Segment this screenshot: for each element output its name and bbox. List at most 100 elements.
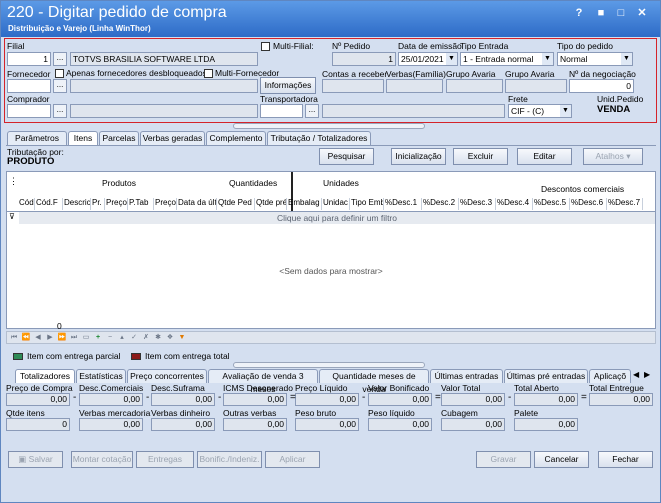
tab-aplicacoes[interactable]: Aplicaçõ [589,369,631,383]
first-record-icon[interactable]: ⏮ [9,333,19,343]
tab-preco-concorrentes[interactable]: Preço concorrentes [127,369,207,383]
column-header[interactable]: P.Tab [128,198,154,210]
tab-complemento[interactable]: Complemento [206,131,266,145]
tab-ultimas-entradas[interactable]: Últimas entradas [430,369,503,383]
total-value: 0,00 [589,393,653,406]
tab-itens[interactable]: Itens [68,131,98,145]
tab-parcelas[interactable]: Parcelas [99,131,139,145]
montar-cotacao-button[interactable]: Montar cotação [71,451,133,468]
tab-parametros[interactable]: Parâmetros [7,131,67,145]
tab-estatisticas[interactable]: Estatísticas [76,369,126,383]
aplicar-button[interactable]: Aplicar [265,451,320,468]
column-header[interactable]: Descric [63,198,91,210]
tab-verbas-geradas[interactable]: Verbas geradas [140,131,205,145]
add-icon[interactable]: + [93,333,103,343]
column-header[interactable]: Cód [18,198,35,210]
filial-input[interactable]: 1 [7,52,51,66]
remove-icon[interactable]: − [105,333,115,343]
data-emissao-picker[interactable]: 25/01/2021 ▼ [398,52,458,66]
column-header[interactable]: Tipo Emb [350,198,384,210]
tab-tributacao-totalizadores[interactable]: Tributação / Totalizadores [267,131,371,145]
refresh-icon[interactable]: ✱ [153,333,163,343]
window-subtitle: Distribuição e Varejo (Linha WinThor) [8,24,151,33]
splitter-handle[interactable] [233,123,425,129]
column-header[interactable]: Embalag [287,198,322,210]
filter-row[interactable]: Clique aqui para definir um filtro [19,212,655,224]
informacoes-button[interactable]: Informações [260,77,316,94]
editar-button[interactable]: Editar [517,148,572,165]
next-page-icon[interactable]: ⏩ [57,333,67,343]
total-label: Verbas mercadoria [79,408,151,418]
column-header[interactable]: Unidac [322,198,350,210]
tipo-entrada-select[interactable]: 1 - Entrada normal ▼ [460,52,554,66]
multi-filial-checkbox[interactable] [261,42,270,51]
tab-scroll-right-icon[interactable]: ▶ [644,370,650,379]
column-header[interactable]: Preço [105,198,128,210]
total-value: 0 [6,418,70,431]
last-record-icon[interactable]: ⏭ [69,333,79,343]
tab-quantidade-meses[interactable]: Quantidade meses de venda [319,369,429,394]
splitter-handle-2[interactable] [233,362,425,368]
prev-page-icon[interactable]: ⏪ [21,333,31,343]
tab-totalizadores[interactable]: Totalizadores [15,369,75,383]
column-header[interactable]: Qtde pré [255,198,287,210]
column-header[interactable]: %Desc.6 [570,198,607,210]
help-button[interactable]: ? [571,6,587,20]
gravar-button[interactable]: Gravar [476,451,531,468]
cancelar-button[interactable]: Cancelar [534,451,589,468]
comprador-input[interactable] [7,104,51,118]
frete-select[interactable]: CIF - (C) ▼ [508,104,572,118]
total-value: 0,00 [514,393,578,406]
fornecedor-input[interactable] [7,79,51,93]
column-header[interactable]: %Desc.7 [607,198,643,210]
filial-browse-button[interactable]: ... [53,52,67,66]
num-negociacao-input[interactable]: 0 [569,79,634,93]
column-header[interactable]: %Desc.4 [496,198,533,210]
column-header[interactable]: %Desc.2 [422,198,459,210]
multi-fornecedor-checkbox[interactable] [204,69,213,78]
next-record-icon[interactable]: ▶ [45,333,55,343]
column-header[interactable]: %Desc.1 [384,198,422,210]
grid-options-icon[interactable]: ⋮ [9,176,18,187]
maximize-button[interactable]: □ [613,6,629,20]
column-header[interactable]: Preço [154,198,177,210]
column-header[interactable]: Pr. [91,198,105,210]
filter-icon[interactable]: ▼ [177,333,187,343]
num-pedido-label: Nº Pedido [332,41,371,51]
prev-record-icon[interactable]: ◀ [33,333,43,343]
atalhos-button[interactable]: Atalhos ▾ [583,148,643,165]
bookmark-icon[interactable]: ❖ [165,333,175,343]
column-header[interactable]: Cód.F [35,198,63,210]
check-icon[interactable]: ✓ [129,333,139,343]
column-header[interactable]: Data da últ [177,198,217,210]
column-header[interactable]: %Desc.5 [533,198,570,210]
bonific-button[interactable]: Bonific./Indeniz. [197,451,262,468]
tipo-pedido-select[interactable]: Normal ▼ [557,52,633,66]
filter-icon[interactable]: ⊽ [9,212,15,221]
fechar-button[interactable]: Fechar [598,451,653,468]
fornecedor-browse-button[interactable]: ... [53,79,67,93]
column-header[interactable]: %Desc.3 [459,198,496,210]
tab-scroll-left-icon[interactable]: ◀ [633,370,639,379]
page-icon[interactable]: ▭ [81,333,91,343]
grupo-avaria2-field [505,79,567,93]
up-icon[interactable]: ▴ [117,333,127,343]
comprador-browse-button[interactable]: ... [53,104,67,118]
transportadora-input[interactable] [260,104,303,118]
apenas-desbloqueados-checkbox[interactable] [55,69,64,78]
cancel-icon[interactable]: ✗ [141,333,151,343]
tab-ultimas-pre-entradas[interactable]: Últimas pré entradas [504,369,588,383]
total-value: 0,00 [6,393,70,406]
total-value: 0,00 [79,393,143,406]
inicializacao-button[interactable]: Inicialização [391,148,446,165]
pesquisar-button[interactable]: Pesquisar [319,148,374,165]
column-header[interactable]: Qtde Ped [217,198,255,210]
entregas-button[interactable]: Entregas [136,451,194,468]
items-grid[interactable]: Produtos Quantidades Unidades Descontos … [6,171,656,329]
close-button[interactable]: ✕ [634,6,650,20]
minimize-button[interactable]: ■ [593,6,609,20]
salvar-button[interactable]: ▣ Salvar [8,451,63,468]
tab-avaliacao-venda[interactable]: Avaliação de venda 3 meses [208,369,318,394]
excluir-button[interactable]: Excluir [453,148,508,165]
transportadora-browse-button[interactable]: ... [305,104,319,118]
